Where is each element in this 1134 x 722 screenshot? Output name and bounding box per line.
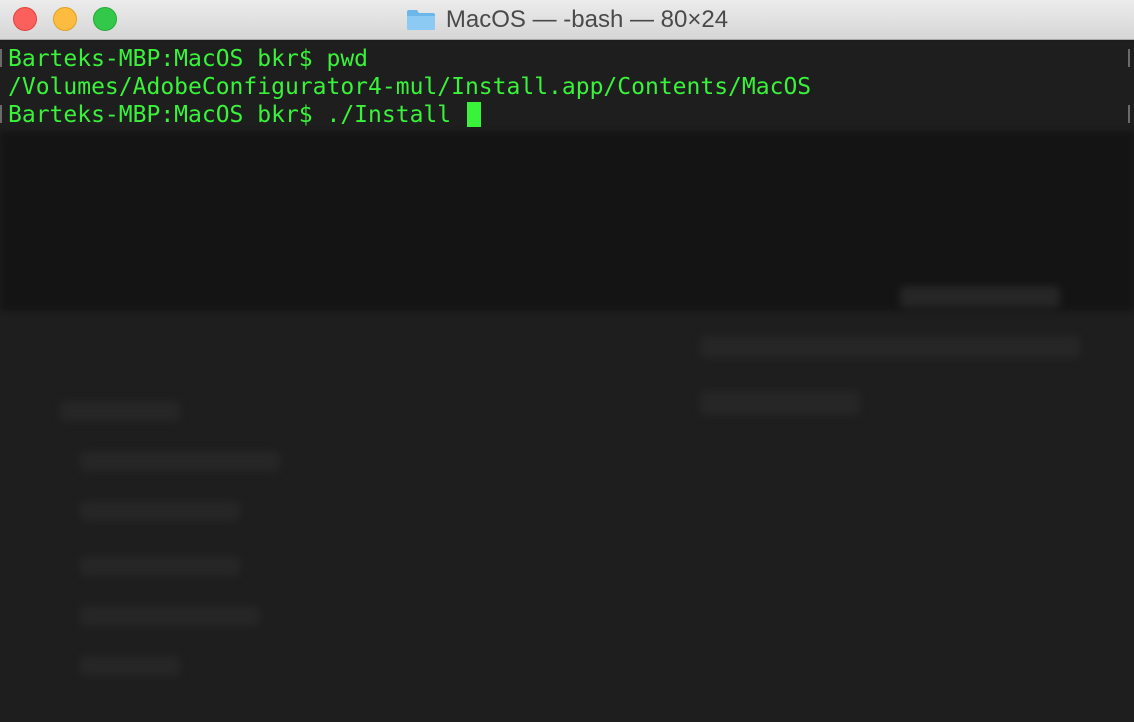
scrollback-mark	[0, 105, 2, 123]
text-cursor	[466, 102, 481, 127]
terminal-line: /Volumes/AdobeConfigurator4-mul/Install.…	[8, 74, 812, 100]
folder-icon	[406, 10, 435, 30]
terminal-output[interactable]: Barteks-MBP:MacOS bkr$ pwd /Volumes/Adob…	[0, 41, 1134, 722]
title-bar: MacOS — -bash — 80×24	[0, 0, 1134, 40]
scrollback-mark	[1128, 105, 1130, 123]
window-title-group: MacOS — -bash — 80×24	[0, 0, 1134, 40]
terminal-line: Barteks-MBP:MacOS bkr$ pwd	[8, 46, 369, 72]
command-prompt: Barteks-MBP:MacOS bkr$ ./Install	[8, 102, 465, 128]
background-window-shadow	[0, 41, 1134, 722]
terminal-lines: Barteks-MBP:MacOS bkr$ pwd /Volumes/Adob…	[8, 45, 1118, 129]
scrollback-mark	[0, 49, 2, 67]
window-title: MacOS — -bash — 80×24	[445, 6, 729, 33]
terminal-line-current: Barteks-MBP:MacOS bkr$ ./Install	[8, 101, 1118, 129]
scrollback-mark	[1128, 49, 1130, 67]
